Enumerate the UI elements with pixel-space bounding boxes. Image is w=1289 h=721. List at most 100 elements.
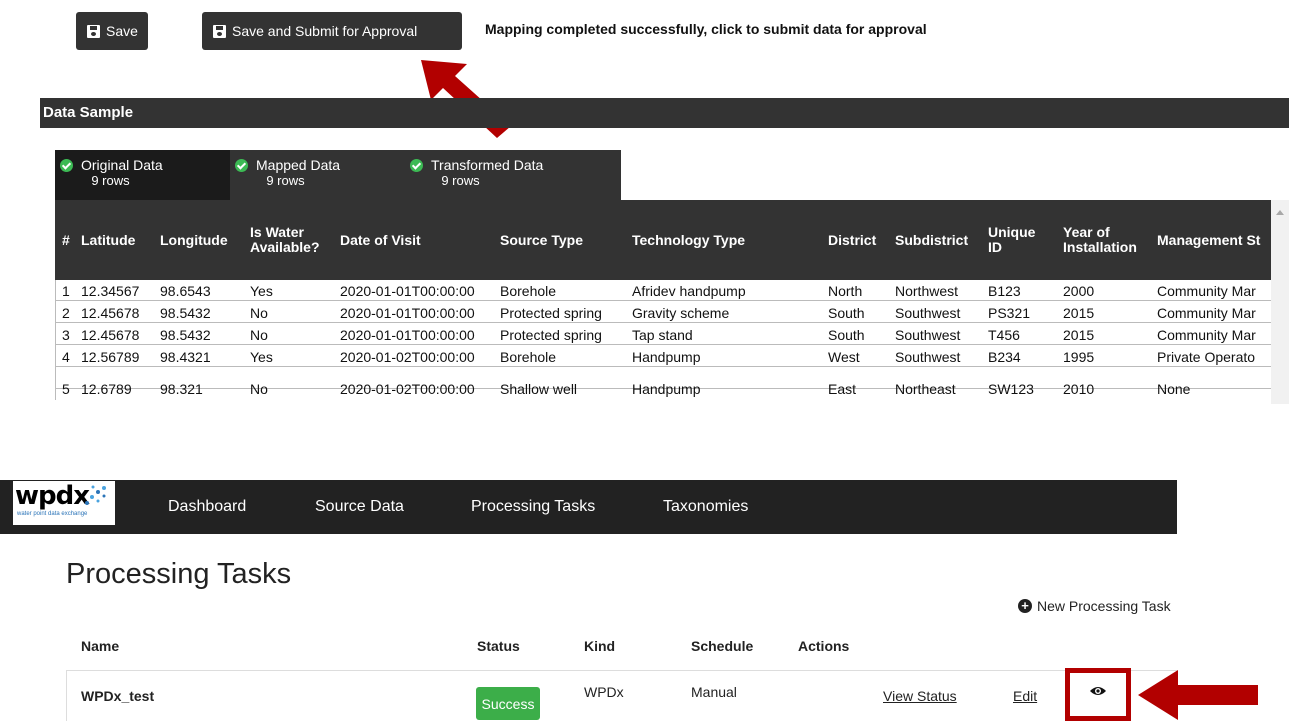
table-cell: Northeast — [895, 381, 956, 397]
save-button[interactable]: Save — [76, 12, 148, 50]
table-cell: Handpump — [632, 381, 701, 397]
table-cell: 2020-01-01T00:00:00 — [340, 305, 475, 321]
column-header[interactable]: Longitude — [160, 233, 228, 248]
table-border — [66, 670, 67, 721]
table-cell: Southwest — [895, 349, 961, 365]
table-cell: B234 — [988, 349, 1021, 365]
table-cell: PS321 — [988, 305, 1031, 321]
nav-item-taxonomies[interactable]: Taxonomies — [663, 498, 748, 516]
table-cell: West — [828, 349, 860, 365]
save-and-submit-button[interactable]: Save and Submit for Approval — [202, 12, 462, 50]
check-circle-icon — [60, 159, 73, 172]
table-cell: 12.56789 — [81, 349, 140, 365]
column-header[interactable]: Unique ID — [988, 225, 1038, 255]
table-cell: Tap stand — [632, 327, 693, 343]
new-processing-task-button[interactable]: + New Processing Task — [1018, 598, 1171, 614]
edit-link[interactable]: Edit — [1013, 688, 1037, 704]
column-header[interactable]: Latitude — [81, 233, 135, 248]
table-cell: Protected spring — [500, 305, 602, 321]
table-cell: South — [828, 305, 865, 321]
table-cell: Afridev handpump — [632, 283, 746, 299]
column-header: Kind — [584, 638, 616, 654]
tab-row-count: 9 rows — [91, 173, 130, 188]
table-cell: 12.34567 — [81, 283, 140, 299]
table-cell: 2015 — [1063, 305, 1095, 321]
table-cell: 2000 — [1063, 283, 1095, 299]
table-cell: Protected spring — [500, 327, 602, 343]
table-cell: No — [250, 305, 268, 321]
nav-item-source-data[interactable]: Source Data — [315, 498, 404, 516]
column-header[interactable]: # — [62, 233, 70, 248]
table-cell: 98.5432 — [160, 305, 211, 321]
table-cell: East — [828, 381, 857, 397]
nav-item-dashboard[interactable]: Dashboard — [168, 498, 246, 516]
table-cell: SW123 — [988, 381, 1034, 397]
table-cell: Southwest — [895, 305, 961, 321]
table-cell: T456 — [988, 327, 1020, 343]
column-header[interactable]: Date of Visit — [340, 233, 421, 248]
column-header: Schedule — [691, 638, 754, 654]
table-cell: 2 — [62, 305, 70, 321]
save-button-label: Save — [106, 23, 138, 39]
column-header[interactable]: Subdistrict — [895, 233, 968, 248]
tab-transformed-data[interactable]: Transformed Data 9 rows — [405, 150, 580, 200]
table-cell: Northwest — [895, 283, 959, 299]
table-cell: Community Mar — [1157, 327, 1256, 343]
table-cell: North — [828, 283, 863, 299]
annotation-arrow-left — [1138, 670, 1258, 720]
table-cell: 98.4321 — [160, 349, 211, 365]
tab-label: Transformed Data — [431, 157, 544, 173]
nav-item-processing-tasks[interactable]: Processing Tasks — [471, 498, 595, 516]
save-icon — [87, 24, 100, 38]
table-cell: South — [828, 327, 865, 343]
column-header: Actions — [798, 638, 850, 654]
table-cell: Shallow well — [500, 381, 578, 397]
table-cell: Private Operato — [1157, 349, 1256, 365]
eye-icon[interactable] — [1090, 686, 1106, 696]
task-kind: WPDx — [584, 684, 624, 700]
status-badge: Success — [476, 687, 540, 720]
new-task-label: New Processing Task — [1037, 598, 1171, 614]
column-header[interactable]: Source Type — [500, 233, 583, 248]
column-header[interactable]: District — [828, 233, 876, 248]
table-cell: None — [1157, 381, 1191, 397]
view-status-link[interactable]: View Status — [883, 688, 957, 704]
task-schedule: Manual — [691, 684, 737, 700]
scroll-up-icon[interactable] — [1276, 210, 1284, 215]
table-cell: Community Mar — [1157, 283, 1256, 299]
table-cell: 2020-01-02T00:00:00 — [340, 349, 475, 365]
grid-scrollbar[interactable] — [1271, 200, 1289, 404]
status-message: Mapping completed successfully, click to… — [485, 21, 927, 37]
table-cell: 4 — [62, 349, 70, 365]
tab-row-count: 9 rows — [266, 173, 305, 188]
table-cell: Yes — [250, 349, 273, 365]
table-cell: B123 — [988, 283, 1021, 299]
table-cell: 2010 — [1063, 381, 1095, 397]
table-cell: 1995 — [1063, 349, 1095, 365]
wpdx-logo[interactable]: wpdx water point data exchange — [13, 481, 115, 525]
data-tabs: Original Data 9 rows Mapped Data 9 rows … — [55, 150, 621, 200]
column-header[interactable]: Year of Installation — [1063, 225, 1148, 255]
save-icon — [213, 24, 226, 38]
tab-mapped-data[interactable]: Mapped Data 9 rows — [230, 150, 405, 200]
table-cell: 2020-01-01T00:00:00 — [340, 283, 475, 299]
logo-text: wpdx — [15, 481, 90, 511]
table-cell: 2020-01-01T00:00:00 — [340, 327, 475, 343]
column-header: Status — [477, 638, 520, 654]
table-cell: Gravity scheme — [632, 305, 730, 321]
column-header[interactable]: Management St — [1157, 233, 1271, 248]
column-header: Name — [81, 638, 120, 654]
column-header[interactable]: Is Water Available? — [250, 225, 332, 255]
page-title: Processing Tasks — [66, 558, 292, 590]
tab-original-data[interactable]: Original Data 9 rows — [55, 150, 230, 200]
table-cell: 12.45678 — [81, 305, 140, 321]
table-cell: 1 — [62, 283, 70, 299]
table-cell: Southwest — [895, 327, 961, 343]
table-divider — [66, 670, 1177, 671]
table-cell: 12.45678 — [81, 327, 140, 343]
table-cell: No — [250, 327, 268, 343]
column-header[interactable]: Technology Type — [632, 233, 745, 248]
table-cell: No — [250, 381, 268, 397]
table-cell: 98.6543 — [160, 283, 211, 299]
table-cell: 2020-01-02T00:00:00 — [340, 381, 475, 397]
